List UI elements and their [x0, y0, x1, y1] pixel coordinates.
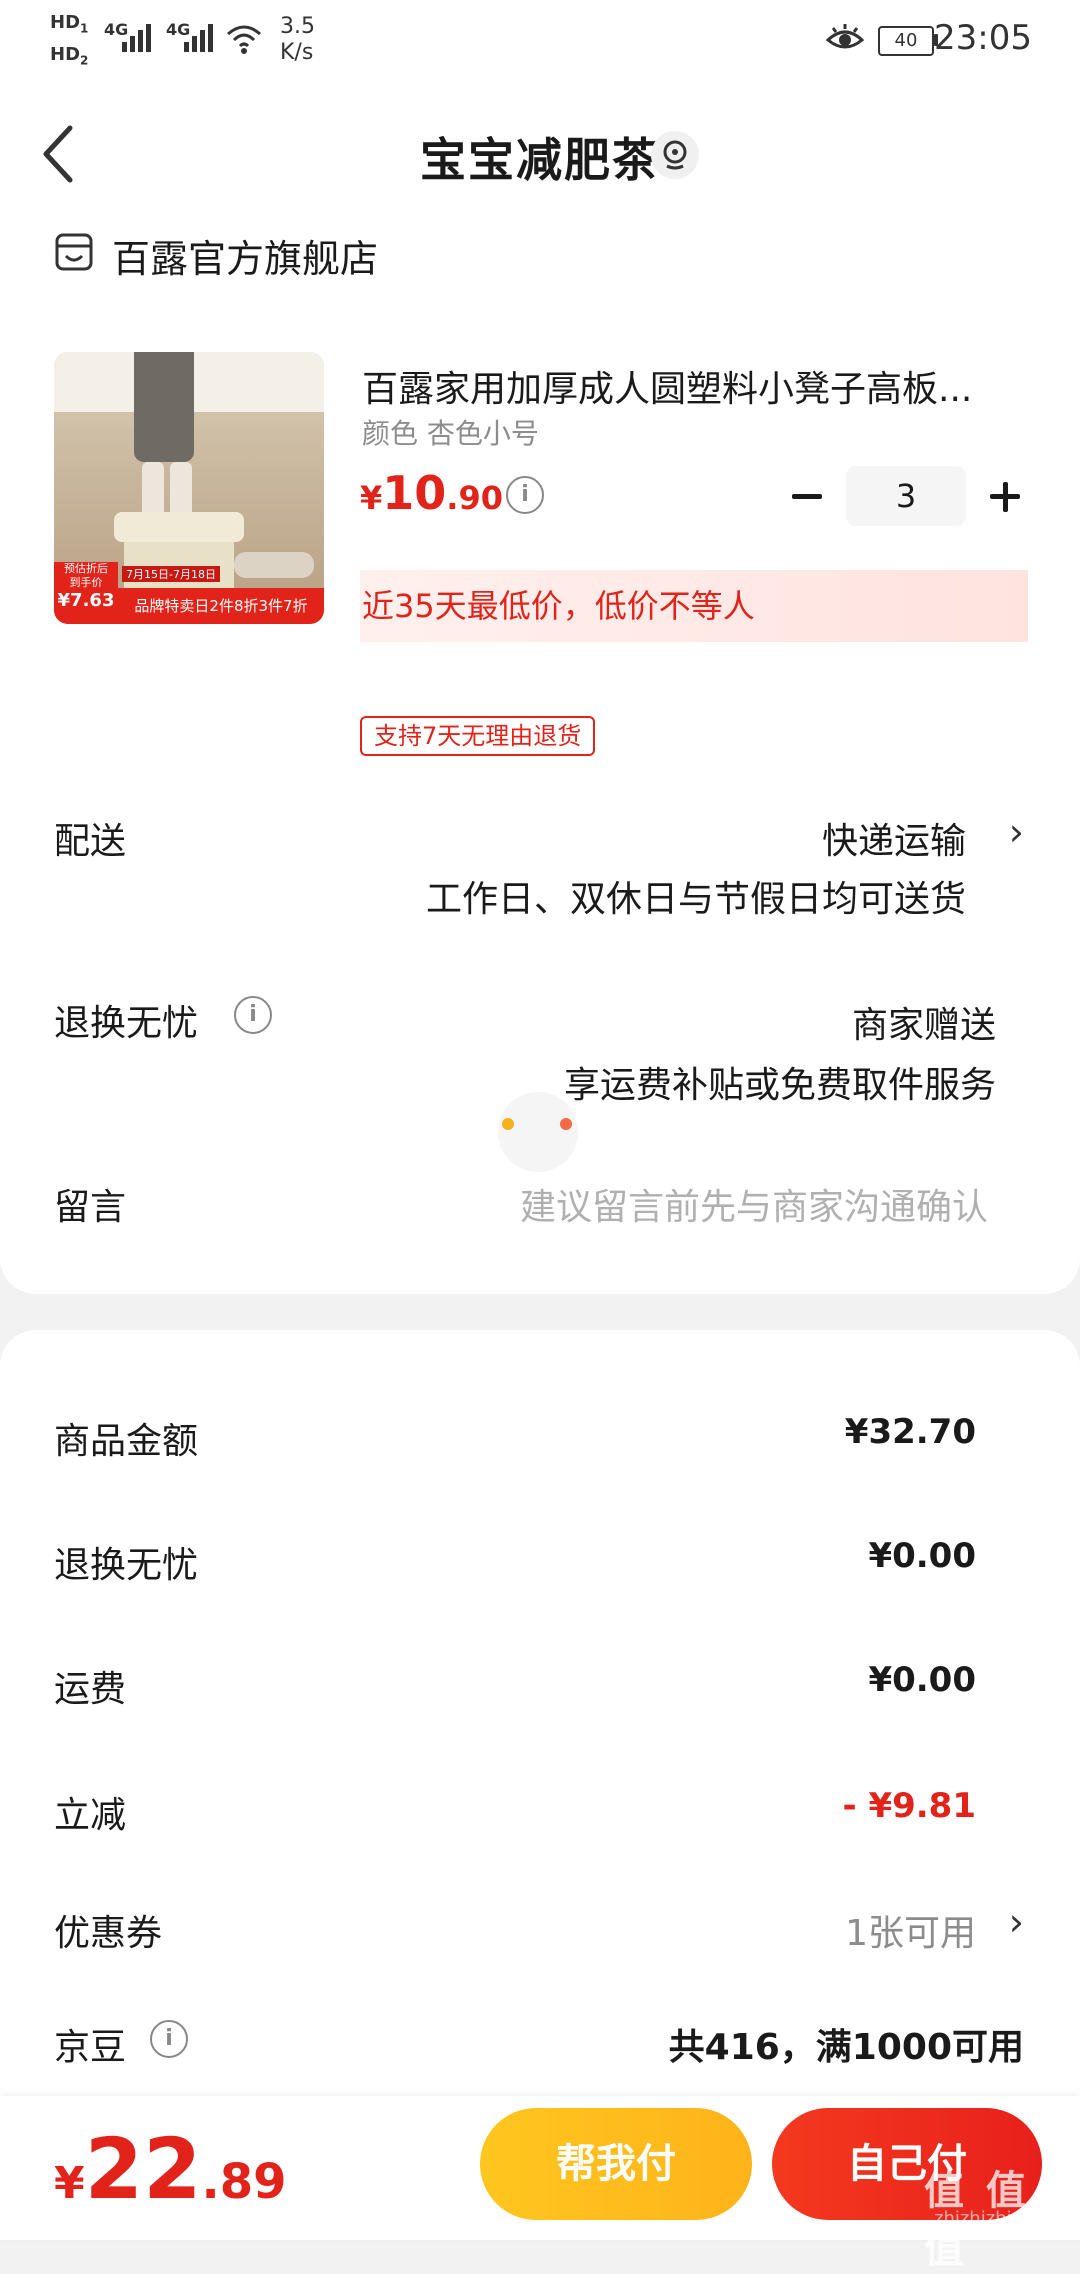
promo-banner: 品牌特卖日2件8折3件7折	[118, 588, 324, 624]
product-price: ¥10.90	[360, 466, 503, 520]
jingdou-label: 京豆	[54, 2027, 127, 2068]
promo-date: 7月15日-7月18日	[122, 566, 220, 582]
shop-icon	[55, 233, 93, 271]
message-label: 留言	[54, 1187, 127, 1228]
shop-name[interactable]: 百露官方旗舰店	[112, 228, 378, 283]
quantity-minus-button[interactable]	[792, 494, 822, 499]
delivery-chevron-icon[interactable]: ›	[1009, 810, 1024, 854]
help-pay-button[interactable]: 帮我付	[480, 2108, 752, 2220]
total-price: ¥22.89	[54, 2120, 287, 2218]
discount-label: 立减	[54, 1795, 127, 1836]
worry-fee-label: 退换无忧	[54, 1545, 199, 1586]
worry-free-value: 商家赠送	[851, 1005, 996, 1046]
plus-icon-vertical	[1002, 481, 1008, 512]
return-policy-tag: 支持7天无理由退货	[360, 716, 596, 756]
estimated-price-badge: 预估折后 到手价 ¥7.63	[54, 562, 118, 624]
price-info-icon[interactable]: i	[506, 476, 544, 514]
goods-amount-label: 商品金额	[54, 1421, 199, 1462]
freight-label: 运费	[54, 1669, 127, 1710]
lowest-price-note: 近35天最低价，低价不等人	[360, 570, 1028, 642]
message-input[interactable]: 建议留言前先与商家沟通确认	[520, 1178, 988, 1230]
product-title[interactable]: 百露家用加厚成人圆塑料小凳子高板...	[362, 360, 1022, 412]
goods-amount: ¥32.70	[844, 1412, 976, 1452]
hd-badge-2: HD2	[50, 44, 89, 68]
battery-icon: 40	[878, 26, 934, 56]
coupon-value[interactable]: 1张可用	[845, 1904, 976, 1956]
delivery-method[interactable]: 快递运输	[822, 812, 966, 864]
quantity-value[interactable]: 3	[846, 466, 966, 526]
status-bar: HD1 HD2 4G 4G 3.5 K/s 40 23:05	[0, 0, 1080, 80]
worry-free-info-icon[interactable]: i	[234, 996, 272, 1034]
product-image[interactable]: 预估折后 到手价 ¥7.63 7月15日-7月18日 品牌特卖日2件8折3件7折	[54, 352, 324, 624]
wifi-icon	[227, 25, 261, 54]
coupon-label: 优惠券	[54, 1913, 163, 1954]
freight-amount: ¥0.00	[868, 1660, 976, 1700]
coupon-chevron-icon[interactable]: ›	[1009, 1900, 1024, 1944]
status-time: 23:05	[934, 18, 1032, 58]
jingdou-value[interactable]: 共416，满1000可用	[669, 2018, 1024, 2070]
signal-icon-2	[184, 24, 213, 52]
network-speed: 3.5 K/s	[280, 14, 315, 65]
voice-assistant-icon[interactable]	[650, 130, 700, 180]
watermark-url: zhizhizhi.com	[934, 2208, 1056, 2229]
discount-amount: - ¥9.81	[842, 1786, 977, 1826]
product-spec[interactable]: 颜色 杏色小号	[362, 412, 539, 452]
delivery-label: 配送	[54, 821, 127, 862]
delivery-note: 工作日、双休日与节假日均可送货	[425, 879, 966, 920]
eye-comfort-icon	[826, 24, 864, 49]
worry-free-label: 退换无忧	[54, 1003, 199, 1044]
worry-free-note: 享运费补贴或免费取件服务	[563, 1065, 996, 1106]
loading-indicator	[498, 1092, 578, 1172]
jingdou-info-icon[interactable]: i	[150, 2020, 188, 2058]
worry-fee-amount: ¥0.00	[868, 1536, 976, 1576]
page-title: 宝宝减肥茶	[420, 133, 660, 187]
hd-badge-1: HD1	[50, 12, 89, 36]
signal-icon-1	[122, 24, 151, 52]
